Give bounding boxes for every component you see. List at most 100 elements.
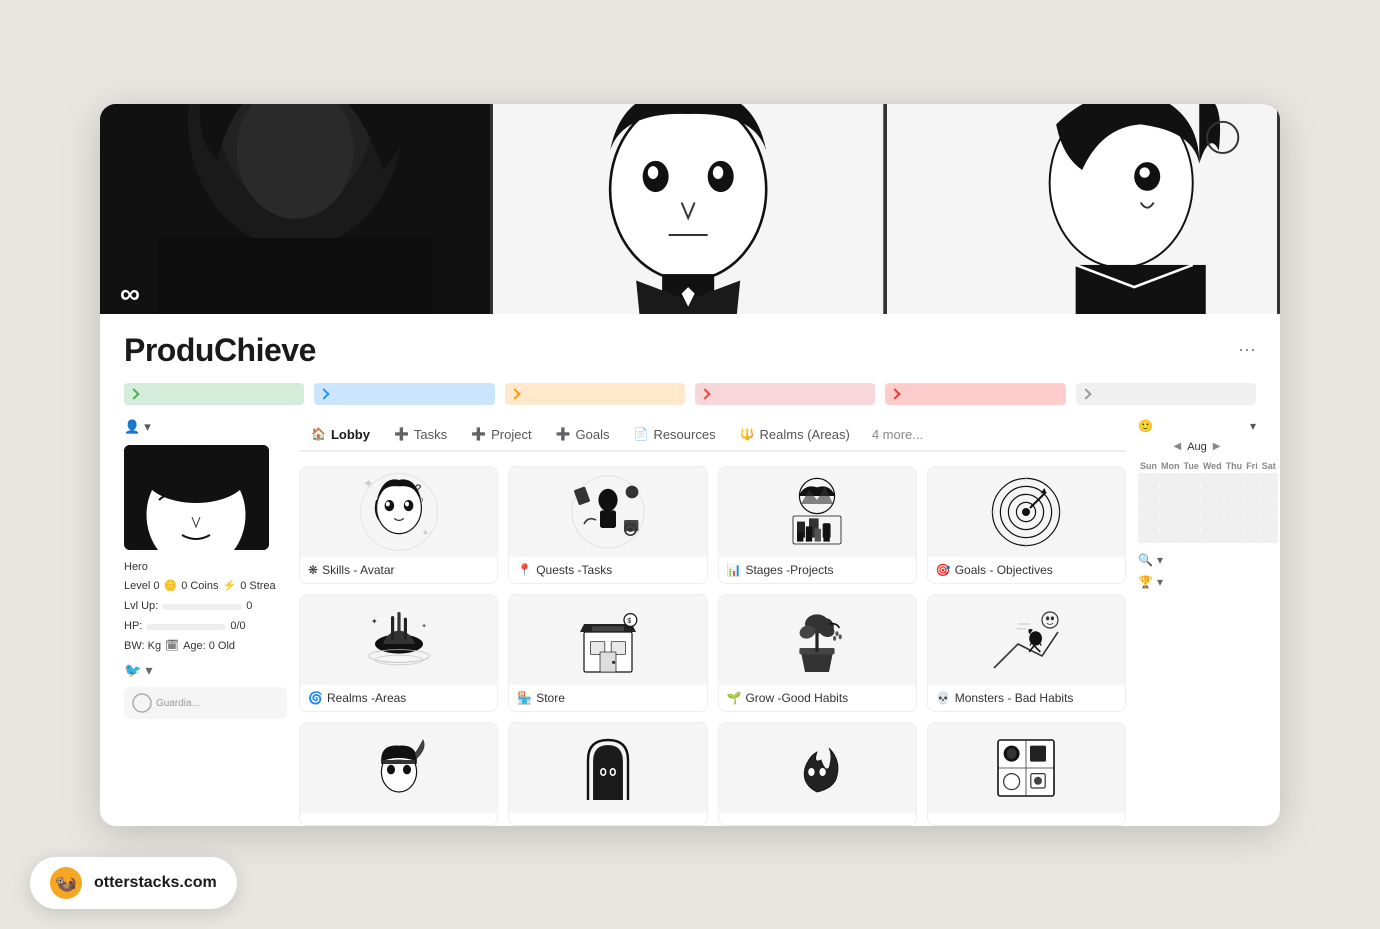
card-label-monsters: 💀 Monsters - Bad Habits — [928, 685, 1125, 711]
cal-cell-1-2[interactable] — [1182, 487, 1201, 501]
card-label-extra-3 — [719, 813, 916, 825]
cal-cell-2-6[interactable] — [1260, 501, 1278, 515]
progress-bar-6[interactable] — [1076, 383, 1256, 405]
bw-label: BW: Kg — [124, 637, 161, 657]
tab-more[interactable]: 4 more... — [862, 419, 933, 450]
cal-header: ◀ Aug ▶ — [1138, 441, 1256, 453]
cal-cell-2-4[interactable] — [1224, 501, 1245, 515]
card-img-goals — [928, 467, 1125, 557]
card-icon-goals: 🎯 — [936, 563, 951, 577]
cal-cell-0-4[interactable] — [1224, 473, 1245, 487]
cal-cell-1-4[interactable] — [1224, 487, 1245, 501]
cal-cell-4-3[interactable] — [1201, 529, 1224, 543]
cal-cell-4-2[interactable] — [1182, 529, 1201, 543]
progress-bar-3[interactable] — [505, 383, 685, 405]
cal-cell-1-5[interactable] — [1244, 487, 1260, 501]
cal-cell-2-0[interactable] — [1138, 501, 1159, 515]
card-realms[interactable]: ✦ ✦ 🌀 Realms -Areas — [299, 594, 498, 712]
page-title-area: ProduChieve ⋯ — [100, 314, 1280, 369]
cal-cell-3-1[interactable] — [1159, 515, 1182, 529]
cal-cell-3-3[interactable] — [1201, 515, 1224, 529]
cal-cell-4-6[interactable] — [1260, 529, 1278, 543]
card-stages[interactable]: 📊 Stages -Projects — [718, 466, 917, 584]
rs-dropdown-arrow[interactable]: ▾ — [1250, 419, 1256, 433]
svg-text:?: ? — [419, 497, 424, 506]
card-extra-3[interactable] — [718, 722, 917, 826]
cal-cell-0-5[interactable] — [1244, 473, 1260, 487]
cal-prev[interactable]: ◀ — [1174, 441, 1182, 452]
tab-goals[interactable]: ➕ Goals — [544, 419, 622, 452]
card-extra-1[interactable] — [299, 722, 498, 826]
cal-next[interactable]: ▶ — [1213, 441, 1221, 452]
card-img-store: $ — [509, 595, 706, 685]
streak-icon: ⚡ — [222, 577, 236, 597]
svg-text:✦: ✦ — [363, 476, 374, 491]
card-title-habits: Grow -Good Habits — [745, 691, 848, 705]
sidebar-dropdown-arrow[interactable]: ▾ — [144, 419, 151, 435]
cal-cell-2-2[interactable] — [1182, 501, 1201, 515]
tab-realms[interactable]: 🔱 Realms (Areas) — [728, 419, 862, 452]
tab-goals-icon: ➕ — [556, 427, 571, 441]
cal-cell-1-1[interactable] — [1159, 487, 1182, 501]
card-goals[interactable]: 🎯 Goals - Objectives — [927, 466, 1126, 584]
cal-cell-2-5[interactable] — [1244, 501, 1260, 515]
card-skills-avatar[interactable]: ? ? ✦ ✦ ❋ Skills - Avatar — [299, 466, 498, 584]
rs-icon-search[interactable]: 🔍 ▾ — [1138, 553, 1256, 567]
cal-cell-4-4[interactable] — [1224, 529, 1245, 543]
cal-cell-1-0[interactable] — [1138, 487, 1159, 501]
tab-resources[interactable]: 📄 Resources — [621, 419, 727, 452]
card-extra-4[interactable] — [927, 722, 1126, 826]
cal-cell-0-2[interactable] — [1182, 473, 1201, 487]
cal-cell-3-6[interactable] — [1260, 515, 1278, 529]
left-sidebar: 👤 ▾ — [124, 419, 299, 826]
rs-trophy-dropdown[interactable]: ▾ — [1157, 575, 1163, 589]
infinity-logo: ∞ — [120, 280, 160, 302]
cal-cell-0-0[interactable] — [1138, 473, 1159, 487]
tab-lobby-label: Lobby — [331, 427, 370, 442]
tab-project[interactable]: ➕ Project — [459, 419, 543, 452]
tab-tasks[interactable]: ➕ Tasks — [382, 419, 459, 452]
lvlup-value: 0 — [246, 597, 252, 617]
cal-cell-2-1[interactable] — [1159, 501, 1182, 515]
card-store[interactable]: $ 🏪 Store — [508, 594, 707, 712]
card-extra-2[interactable] — [508, 722, 707, 826]
rs-icon-trophy[interactable]: 🏆 ▾ — [1138, 575, 1256, 589]
card-title-monsters: Monsters - Bad Habits — [955, 691, 1074, 705]
cal-cell-4-5[interactable] — [1244, 529, 1260, 543]
char-dropdown-arrow[interactable]: ▾ — [145, 662, 152, 679]
cal-day-fri: Fri — [1244, 459, 1260, 473]
cal-cell-4-1[interactable] — [1159, 529, 1182, 543]
progress-bar-1[interactable] — [124, 383, 304, 405]
cal-cell-0-1[interactable] — [1159, 473, 1182, 487]
cal-cell-3-0[interactable] — [1138, 515, 1159, 529]
tab-resources-label: Resources — [653, 427, 715, 442]
tab-lobby[interactable]: 🏠 Lobby — [299, 419, 382, 452]
progress-bar-5[interactable] — [885, 383, 1065, 405]
title-menu-icon[interactable]: ⋯ — [1238, 340, 1256, 361]
cal-cell-3-5[interactable] — [1244, 515, 1260, 529]
card-label-goals: 🎯 Goals - Objectives — [928, 557, 1125, 583]
cal-cell-2-3[interactable] — [1201, 501, 1224, 515]
hp-value: 0/0 — [230, 617, 245, 637]
cal-cell-4-0[interactable] — [1138, 529, 1159, 543]
cal-cell-3-4[interactable] — [1224, 515, 1245, 529]
card-img-monsters — [928, 595, 1125, 685]
rs-search-dropdown[interactable]: ▾ — [1157, 553, 1163, 567]
cal-day-sat: Sat — [1260, 459, 1278, 473]
char-streak: 0 Strea — [240, 577, 275, 597]
card-grid: ? ? ✦ ✦ ❋ Skills - Avatar — [299, 466, 1126, 826]
card-habits[interactable]: 🌱 Grow -Good Habits — [718, 594, 917, 712]
cal-cell-1-3[interactable] — [1201, 487, 1224, 501]
cal-cell-1-6[interactable] — [1260, 487, 1278, 501]
card-monsters[interactable]: 💀 Monsters - Bad Habits — [927, 594, 1126, 712]
tab-project-label: Project — [491, 427, 531, 442]
cal-cell-0-3[interactable] — [1201, 473, 1224, 487]
cal-cell-3-2[interactable] — [1182, 515, 1201, 529]
card-quests[interactable]: 📍 Quests -Tasks — [508, 466, 707, 584]
progress-bar-4[interactable] — [695, 383, 875, 405]
rs-icons: 🔍 ▾ 🏆 ▾ — [1138, 553, 1256, 589]
tab-project-icon: ➕ — [471, 427, 486, 441]
progress-bar-2[interactable] — [314, 383, 494, 405]
cal-day-sun: Sun — [1138, 459, 1159, 473]
cal-cell-0-6[interactable] — [1260, 473, 1278, 487]
